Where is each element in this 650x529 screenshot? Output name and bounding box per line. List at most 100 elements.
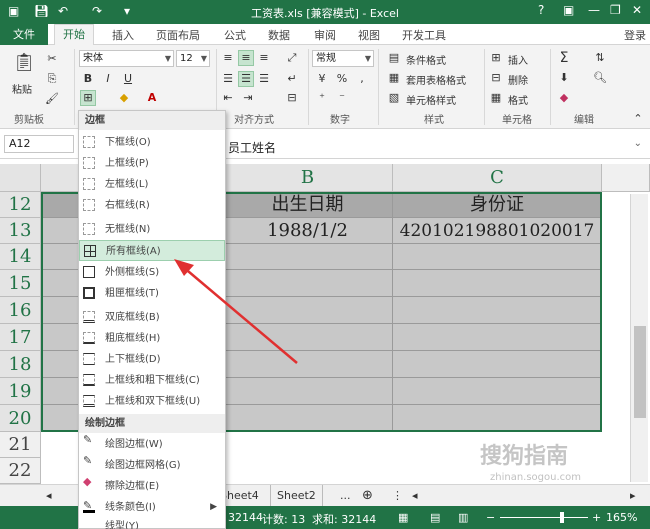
- increase-indent-icon[interactable]: ⇥: [240, 90, 256, 106]
- sheet-tab-sheet2[interactable]: Sheet2: [270, 485, 323, 506]
- collapse-ribbon-icon[interactable]: ⌃: [630, 111, 646, 127]
- name-box[interactable]: A12: [4, 135, 74, 153]
- fill-icon[interactable]: ⬇: [556, 70, 572, 86]
- table-format-button[interactable]: 套用表格格式: [406, 72, 466, 87]
- normal-view-icon[interactable]: ▦: [398, 511, 408, 524]
- row-header[interactable]: 13: [0, 218, 41, 244]
- table-cell[interactable]: [393, 324, 602, 351]
- zoom-slider[interactable]: [500, 517, 588, 518]
- cell-style-icon[interactable]: ▧: [386, 90, 402, 106]
- orientation-icon[interactable]: ⤢: [284, 50, 300, 66]
- column-header-d[interactable]: [602, 164, 650, 192]
- menu-item-top-double-bottom-border[interactable]: 上框线和双下框线(U): [79, 391, 225, 412]
- chevron-down-icon[interactable]: ▼: [165, 51, 171, 66]
- menu-item-bottom-border[interactable]: 下框线(O): [79, 132, 225, 153]
- menu-item-draw-border-grid[interactable]: ✎ 绘图边框网格(G): [79, 455, 225, 476]
- close-icon[interactable]: ✕: [632, 3, 642, 17]
- table-cell[interactable]: [393, 297, 602, 324]
- table-cell[interactable]: [393, 351, 602, 378]
- format-painter-icon[interactable]: 🖌︎: [44, 91, 60, 107]
- chevron-down-icon[interactable]: ▼: [365, 51, 371, 66]
- paste-label[interactable]: 粘贴: [12, 81, 32, 96]
- align-right-icon[interactable]: ☰: [256, 71, 272, 87]
- row-header[interactable]: 17: [0, 324, 41, 351]
- table-cell[interactable]: [223, 270, 393, 297]
- menu-item-all-borders[interactable]: 所有框线(A): [79, 240, 225, 261]
- row-header[interactable]: 19: [0, 378, 41, 405]
- percent-icon[interactable]: %: [334, 71, 350, 87]
- row-header[interactable]: 20: [0, 405, 41, 432]
- sort-filter-icon[interactable]: ⇅: [592, 50, 608, 66]
- column-header-c[interactable]: C: [393, 164, 602, 192]
- ribbon-display-icon[interactable]: ▣: [563, 3, 574, 17]
- formula-input[interactable]: 员工姓名: [228, 139, 276, 156]
- menu-item-thick-bottom-border[interactable]: 粗底框线(H): [79, 328, 225, 349]
- tab-developer[interactable]: 开发工具: [402, 27, 446, 43]
- format-cells-icon[interactable]: ▦: [488, 90, 504, 106]
- align-bottom-icon[interactable]: ≡: [256, 50, 272, 66]
- tab-data[interactable]: 数据: [268, 27, 290, 43]
- menu-item-erase-border[interactable]: ◆ 擦除边框(E): [79, 476, 225, 497]
- table-cell[interactable]: [393, 270, 602, 297]
- page-break-view-icon[interactable]: ▥: [458, 511, 468, 524]
- zoom-level[interactable]: 165%: [606, 511, 637, 524]
- login-link[interactable]: 登录: [624, 27, 646, 43]
- scroll-left-icon[interactable]: ◂: [406, 485, 424, 506]
- row-header[interactable]: 18: [0, 351, 41, 378]
- conditional-format-button[interactable]: 条件格式: [406, 52, 446, 67]
- borders-button[interactable]: ⊞: [80, 90, 96, 106]
- increase-decimal-icon[interactable]: ⁺: [314, 90, 330, 106]
- cell-c13[interactable]: 420102198801020017: [393, 218, 602, 244]
- menu-item-no-border[interactable]: 无框线(N): [79, 219, 225, 240]
- row-header[interactable]: 21: [0, 432, 41, 458]
- cell-b12[interactable]: 出生日期: [223, 192, 393, 218]
- table-format-icon[interactable]: ▦: [386, 70, 402, 86]
- merge-cells-icon[interactable]: ⊟: [284, 90, 300, 106]
- select-all-corner[interactable]: [0, 164, 41, 192]
- delete-cells-icon[interactable]: ⊟: [488, 70, 504, 86]
- copy-icon[interactable]: ⎘: [44, 71, 60, 87]
- more-sheets-button[interactable]: ...: [334, 485, 357, 506]
- zoom-in-icon[interactable]: +: [592, 511, 601, 524]
- row-header[interactable]: 14: [0, 244, 41, 270]
- paste-icon[interactable]: 📋︎: [12, 51, 36, 75]
- tab-home[interactable]: 开始: [54, 24, 94, 46]
- tab-insert[interactable]: 插入: [112, 27, 134, 43]
- format-cells-button[interactable]: 格式: [508, 92, 528, 107]
- minimize-icon[interactable]: —: [588, 3, 600, 17]
- decrease-decimal-icon[interactable]: ⁻: [334, 90, 350, 106]
- tab-formulas[interactable]: 公式: [224, 27, 246, 43]
- cut-icon[interactable]: ✂: [44, 51, 60, 67]
- find-select-icon[interactable]: 🔍︎: [592, 70, 608, 86]
- vertical-scrollbar[interactable]: [630, 194, 648, 482]
- zoom-out-icon[interactable]: −: [486, 511, 495, 524]
- font-name-combo[interactable]: 宋体 ▼: [79, 50, 174, 67]
- tab-review[interactable]: 审阅: [314, 27, 336, 43]
- scroll-thumb[interactable]: [634, 326, 646, 418]
- align-center-icon[interactable]: ☰: [238, 71, 254, 87]
- menu-item-thick-box-border[interactable]: 粗匣框线(T): [79, 283, 225, 304]
- insert-cells-icon[interactable]: ⊞: [488, 50, 504, 66]
- font-size-combo[interactable]: 12 ▼: [176, 50, 210, 67]
- align-middle-icon[interactable]: ≡: [238, 50, 254, 66]
- menu-item-outside-borders[interactable]: 外侧框线(S): [79, 262, 225, 283]
- number-format-combo[interactable]: 常规 ▼: [312, 50, 374, 67]
- autosum-button[interactable]: Σ: [556, 50, 572, 66]
- row-header[interactable]: 16: [0, 297, 41, 324]
- menu-item-left-border[interactable]: 左框线(L): [79, 174, 225, 195]
- italic-button[interactable]: I: [100, 71, 116, 87]
- table-cell[interactable]: [393, 378, 602, 405]
- cell-c12[interactable]: 身份证: [393, 192, 602, 218]
- table-cell[interactable]: [393, 405, 602, 432]
- row-header[interactable]: 12: [0, 192, 41, 218]
- scroll-tabs-left-icon[interactable]: ◂: [40, 485, 58, 506]
- table-cell[interactable]: [223, 351, 393, 378]
- bold-button[interactable]: B: [80, 71, 96, 87]
- zoom-slider-thumb[interactable]: [560, 512, 564, 523]
- decrease-indent-icon[interactable]: ⇤: [220, 90, 236, 106]
- table-cell[interactable]: [223, 405, 393, 432]
- wrap-text-icon[interactable]: ↵: [284, 71, 300, 87]
- menu-item-draw-border[interactable]: ✎ 绘图边框(W): [79, 434, 225, 455]
- currency-icon[interactable]: ¥: [314, 71, 330, 87]
- help-button[interactable]: ?: [538, 3, 544, 17]
